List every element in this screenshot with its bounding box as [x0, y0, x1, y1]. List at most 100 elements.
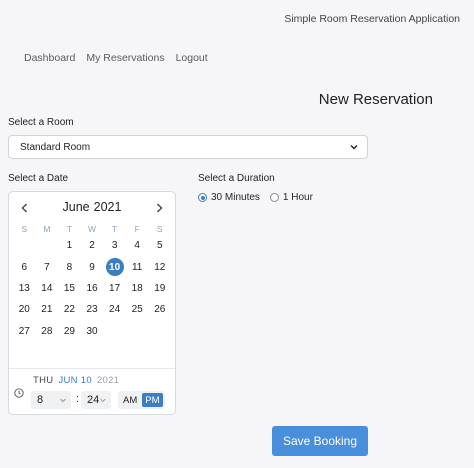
calendar-day[interactable]: 22 [58, 299, 81, 320]
calendar-day[interactable]: 20 [13, 299, 36, 320]
nav-my-reservations[interactable]: My Reservations [86, 52, 164, 64]
duration-options: 30 Minutes 1 Hour [198, 192, 313, 203]
calendar-day-number: 18 [131, 282, 143, 294]
weekday-header: S [156, 224, 163, 234]
pm-button[interactable]: PM [142, 393, 163, 407]
chevron-down-icon [350, 145, 358, 150]
minute-value: 24 [87, 394, 100, 406]
calendar-empty-cell [126, 321, 149, 342]
calendar-day[interactable]: 17 [103, 278, 126, 299]
calendar-empty-cell [103, 321, 126, 342]
time-separator: : [76, 393, 80, 405]
room-label: Select a Room [8, 117, 74, 128]
radio-checked-icon[interactable] [198, 193, 207, 202]
calendar-day-number: 28 [41, 325, 53, 337]
calendar-day-number: 20 [18, 304, 30, 316]
calendar-day-number: 14 [41, 282, 53, 294]
calendar-day[interactable]: 4 [126, 235, 149, 256]
calendar-day[interactable]: 3 [103, 235, 126, 256]
calendar-day-number: 23 [86, 304, 98, 316]
calendar-grid: S M T W T F S 1 2 3 4 5 6 7 8 9 10 11 12 13 14 15 16 17 18 19 20 21… [9, 223, 175, 342]
app-title: Simple Room Reservation Application [284, 13, 460, 25]
am-pm-toggle: AM PM [118, 391, 165, 409]
selected-weekday: THU [33, 375, 54, 386]
calendar-day-number: 6 [21, 261, 28, 273]
calendar-week: 1 2 3 4 5 [9, 235, 175, 256]
calendar-day-number: 4 [134, 240, 140, 252]
calendar-day-number: 27 [18, 325, 30, 337]
radio-unchecked-icon[interactable] [269, 193, 279, 202]
time-picker: THU JUN 10 2021 8 : 24 AM PM [9, 373, 175, 413]
calendar-day[interactable]: 30 [81, 321, 104, 342]
calendar-day[interactable]: 26 [148, 299, 171, 320]
calendar-day-number: 25 [131, 304, 143, 316]
calendar-week: 6 7 8 9 10 11 12 [9, 256, 175, 277]
room-select-value: Standard Room [20, 141, 91, 153]
calendar-day[interactable]: 8 [58, 256, 81, 277]
calendar-empty-cell [36, 235, 59, 256]
calendar-day-number: 13 [18, 282, 30, 294]
duration-label: Select a Duration [198, 173, 275, 184]
calendar-day[interactable]: 27 [13, 321, 36, 342]
calendar-day-number: 15 [63, 282, 75, 294]
calendar-day[interactable]: 28 [36, 321, 59, 342]
calendar-day-number: 30 [86, 325, 98, 337]
calendar-day[interactable]: 6 [13, 256, 36, 277]
nav-logout[interactable]: Logout [176, 52, 208, 64]
calendar-day[interactable]: 19 [148, 278, 171, 299]
calendar-day[interactable]: 11 [126, 256, 149, 277]
save-booking-button[interactable]: Save Booking [272, 426, 368, 456]
calendar-day[interactable]: 2 [81, 235, 104, 256]
calendar-day[interactable]: 21 [36, 299, 59, 320]
calendar-month: June [62, 200, 90, 214]
calendar-day[interactable]: 14 [36, 278, 59, 299]
calendar-day[interactable]: 15 [58, 278, 81, 299]
calendar-day-number: 21 [41, 304, 53, 316]
calendar-day[interactable]: 13 [13, 278, 36, 299]
calendar-day-number: 1 [66, 240, 73, 252]
calendar-day[interactable]: 12 [148, 256, 171, 277]
calendar-week: 13 14 15 16 17 18 19 [9, 278, 175, 299]
calendar-year: 2021 [93, 200, 122, 214]
duration-1-hour[interactable]: 1 Hour [269, 192, 313, 203]
selected-month-day: JUN 10 [58, 375, 92, 386]
calendar-day[interactable]: 1 [58, 235, 81, 256]
calendar-empty-cell [148, 321, 171, 342]
selected-year: 2021 [96, 375, 120, 386]
calendar-day[interactable]: 24 [103, 299, 126, 320]
calendar-day[interactable]: 7 [36, 256, 59, 277]
calendar-day[interactable]: 23 [81, 299, 104, 320]
calendar-day-number: 22 [63, 304, 75, 316]
calendar-day-number: 9 [89, 261, 95, 273]
calendar-day-number: 2 [89, 240, 95, 252]
calendar-day-number: 24 [109, 304, 121, 316]
calendar-week: 27 28 29 30 [9, 321, 175, 342]
main-nav: Dashboard My Reservations Logout [24, 52, 208, 64]
weekday-header: F [134, 224, 140, 234]
weekday-header: T [66, 224, 73, 234]
duration-option-label: 1 Hour [282, 192, 313, 203]
calendar-day-number: 16 [86, 282, 98, 294]
calendar-day[interactable]: 5 [148, 235, 171, 256]
calendar-day-number: 26 [154, 304, 166, 316]
calendar-day[interactable]: 29 [58, 321, 81, 342]
calendar-day[interactable]: 16 [81, 278, 104, 299]
chevron-right-icon[interactable] [153, 202, 165, 214]
duration-option-label: 30 Minutes [211, 192, 260, 203]
minute-select[interactable]: 24 [81, 391, 111, 409]
nav-dashboard[interactable]: Dashboard [24, 52, 75, 64]
am-button[interactable]: AM [120, 393, 140, 407]
room-select[interactable]: Standard Room [8, 135, 368, 159]
calendar-day-number: 17 [109, 282, 121, 294]
calendar-day-selected[interactable]: 10 [103, 256, 126, 277]
calendar-day-number: 29 [63, 325, 75, 337]
selected-date-summary: THU JUN 10 2021 [33, 375, 119, 386]
weekday-header: W [88, 224, 97, 234]
hour-select[interactable]: 8 [31, 391, 71, 409]
calendar-day[interactable]: 9 [81, 256, 104, 277]
duration-30-minutes[interactable]: 30 Minutes [198, 192, 260, 203]
weekday-header: S [21, 224, 28, 234]
calendar-day[interactable]: 18 [126, 278, 149, 299]
calendar-day[interactable]: 25 [126, 299, 149, 320]
date-label: Select a Date [8, 173, 69, 184]
